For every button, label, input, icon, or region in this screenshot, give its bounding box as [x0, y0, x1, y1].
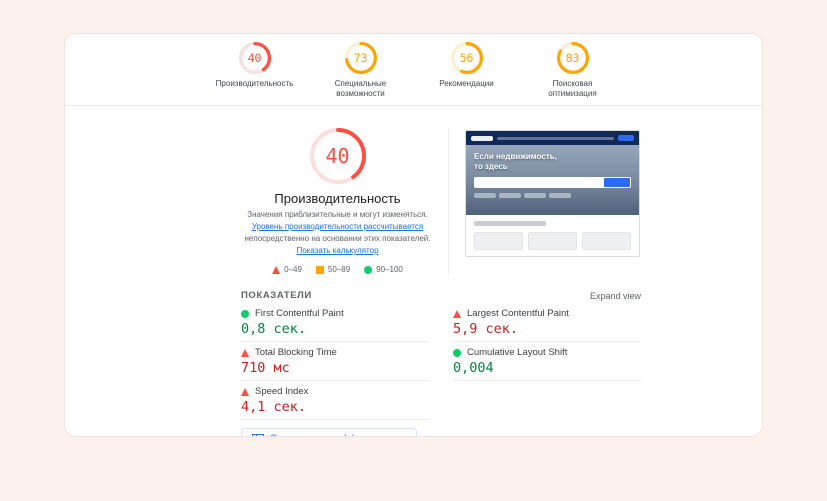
performance-summary-row: 40 Производительность Значения приблизит… [241, 128, 641, 274]
score-accessibility[interactable]: 73 Специальные возможности [321, 42, 401, 99]
metric-value: 710 мс [241, 360, 290, 376]
metric-first-contentful-paint: First Contentful Paint 0,8 сек. [241, 303, 429, 342]
pass-circle-icon [241, 310, 249, 318]
thumb-text-line [474, 221, 546, 226]
score-label: Рекомендации [439, 79, 494, 88]
treemap-button-label: Открыть карту эффективности [270, 433, 406, 436]
thumb-pill [549, 193, 571, 199]
metric-total-blocking-time: Total Blocking Time 710 мс [241, 342, 429, 381]
page-screenshot-thumbnail[interactable]: Если недвижимость, то здесь [465, 130, 640, 257]
score-label: Поисковая оптимизация [548, 79, 597, 98]
performance-score-gauge: 40 [238, 42, 271, 74]
thumb-pill [524, 193, 546, 199]
metric-value: 5,9 сек. [453, 321, 519, 337]
description-text: непосредственно на основании этих показа… [244, 234, 431, 243]
metrics-column-right: Largest Contentful Paint 5,9 сек. Cumula… [453, 303, 641, 420]
legend-fail-range: 0–49 [272, 265, 302, 274]
thumb-site-logo [471, 135, 493, 141]
header-divider [65, 105, 762, 106]
performance-description: Значения приблизительные и могут изменят… [241, 209, 434, 257]
score-best-practices[interactable]: 56 Рекомендации [427, 42, 507, 99]
best-practices-score-gauge: 56 [450, 42, 483, 74]
metrics-section-title: ПОКАЗАТЕЛИ [241, 290, 312, 301]
fail-triangle-icon [272, 265, 281, 274]
report-content: 40 Производительность Значения приблизит… [241, 128, 641, 436]
thumb-search-bar [474, 177, 631, 189]
thumb-site-header [466, 131, 639, 145]
fail-triangle-icon [241, 388, 249, 396]
score-performance[interactable]: 40 Производительность [215, 42, 295, 99]
score-legend: 0–49 50–89 90–100 [272, 265, 403, 274]
thumb-headline: Если недвижимость, то здесь [474, 152, 557, 171]
category-scores-nav: 40 Производительность 73 Специальные воз… [65, 34, 762, 105]
thumb-card [528, 232, 577, 250]
metric-cumulative-layout-shift: Cumulative Layout Shift 0,004 [453, 342, 641, 381]
lighthouse-report-card: 40 Производительность 73 Специальные воз… [64, 33, 763, 437]
metric-value: 0,8 сек. [241, 321, 307, 337]
score-label: Специальные возможности [334, 79, 387, 98]
performance-summary: 40 Производительность Значения приблизит… [241, 128, 449, 274]
accessibility-score-gauge: 73 [344, 42, 377, 74]
fail-triangle-icon [453, 310, 461, 318]
score-calculation-link[interactable]: Уровень производительности рассчитываетс… [252, 222, 423, 231]
score-label: Производительность [215, 79, 294, 88]
metrics-header: ПОКАЗАТЕЛИ Expand view [241, 290, 641, 301]
metric-name: Speed Index [255, 386, 309, 397]
treemap-icon [252, 433, 264, 436]
metric-name: First Contentful Paint [255, 308, 344, 319]
thumb-search-button [604, 178, 630, 188]
metrics-column-left: First Contentful Paint 0,8 сек. Total Bl… [241, 303, 429, 420]
thumb-hero-section: Если недвижимость, то здесь [466, 145, 639, 215]
seo-score-gauge: 83 [556, 42, 589, 74]
thumb-filter-pills [474, 193, 631, 199]
show-calculator-link[interactable]: Показать калькулятор [296, 246, 378, 255]
metric-speed-index: Speed Index 4,1 сек. [241, 381, 429, 420]
thumb-nav-links [497, 136, 614, 140]
legend-pass-range: 90–100 [364, 265, 403, 274]
metric-largest-contentful-paint: Largest Contentful Paint 5,9 сек. [453, 303, 641, 342]
legend-label: 90–100 [376, 265, 403, 274]
pass-circle-icon [453, 349, 461, 357]
performance-title: Производительность [274, 191, 401, 206]
thumb-pill [474, 193, 496, 199]
performance-main-gauge: 40 [309, 128, 366, 184]
open-treemap-button[interactable]: Открыть карту эффективности [241, 428, 418, 436]
metric-name: Total Blocking Time [255, 347, 337, 358]
metric-value: 0,004 [453, 360, 494, 376]
fail-triangle-icon [241, 349, 249, 357]
metric-name: Cumulative Layout Shift [467, 347, 568, 358]
thumb-content-cards [474, 232, 631, 250]
score-seo[interactable]: 83 Поисковая оптимизация [533, 42, 613, 99]
expand-view-link[interactable]: Expand view [590, 291, 641, 301]
average-square-icon [315, 265, 324, 274]
thumb-pill [499, 193, 521, 199]
metrics-grid: First Contentful Paint 0,8 сек. Total Bl… [241, 303, 641, 420]
thumb-content-section [466, 215, 639, 256]
metric-value: 4,1 сек. [241, 399, 307, 415]
pass-circle-icon [364, 265, 373, 274]
legend-label: 50–89 [327, 265, 351, 274]
metric-name: Largest Contentful Paint [467, 308, 569, 319]
thumb-login-button [618, 135, 634, 141]
thumb-card [582, 232, 631, 250]
description-text: Значения приблизительные и могут изменят… [247, 210, 428, 219]
thumb-card [474, 232, 523, 250]
legend-label: 0–49 [284, 265, 302, 274]
legend-average-range: 50–89 [315, 265, 351, 274]
